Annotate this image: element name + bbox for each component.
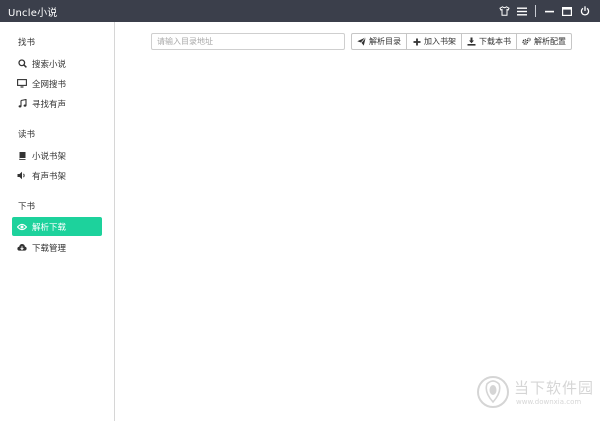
button-label: 加入书架 [424,37,456,46]
sidebar-item-label: 小说书架 [32,151,67,162]
sidebar: 找书 搜索小说 全网搜书 寻找有声 读书 小说书架 有声书架 下书 解析下载 下… [0,22,115,421]
sidebar-item-novel-shelf[interactable]: 小说书架 [12,146,102,165]
download-icon [467,37,476,46]
button-label: 解析目录 [369,37,401,46]
add-to-shelf-button[interactable]: 加入书架 [406,33,462,50]
parse-config-button[interactable]: 解析配置 [516,33,572,50]
button-label: 下载本书 [479,37,511,46]
main-panel: 解析目录 加入书架 下载本书 解析配置 [116,22,600,421]
window-controls [495,0,594,22]
sidebar-item-find-audio[interactable]: 寻找有声 [12,94,102,113]
music-icon [17,99,27,109]
sidebar-item-search-novel[interactable]: 搜索小说 [12,54,102,73]
sidebar-item-label: 下载管理 [32,243,67,254]
plus-icon [412,37,421,46]
maximize-icon[interactable] [558,0,576,22]
sidebar-item-label: 解析下载 [32,222,67,233]
catalog-url-input[interactable] [151,33,345,50]
sidebar-item-label: 寻找有声 [32,99,67,110]
eye-icon [17,222,27,232]
monitor-icon [17,79,27,89]
send-icon [357,37,366,46]
watermark-logo-icon [477,376,509,408]
volume-icon [17,171,27,181]
book-icon [17,151,27,161]
title-bar: Uncle小说 [0,0,600,22]
watermark: 当下软件园 www.downxia.com [476,375,596,413]
shirt-icon[interactable] [495,0,513,22]
title-separator [535,5,536,17]
app-title: Uncle小说 [8,7,58,19]
sidebar-item-label: 有声书架 [32,171,67,182]
parse-catalog-button[interactable]: 解析目录 [351,33,407,50]
cloud-download-icon [17,243,27,253]
cogs-icon [522,37,531,46]
group-title-read: 读书 [18,130,36,140]
group-title-find: 找书 [18,38,36,48]
sidebar-item-audio-shelf[interactable]: 有声书架 [12,166,102,185]
power-icon[interactable] [576,0,594,22]
menu-icon[interactable] [513,0,531,22]
group-title-download: 下书 [18,202,36,212]
search-icon [17,59,27,69]
download-book-button[interactable]: 下载本书 [461,33,517,50]
action-button-group: 解析目录 加入书架 下载本书 解析配置 [351,33,572,50]
minimize-icon[interactable] [540,0,558,22]
sidebar-item-parse-download[interactable]: 解析下载 [12,217,102,236]
sidebar-item-web-search[interactable]: 全网搜书 [12,74,102,93]
watermark-url: www.downxia.com [516,398,582,406]
sidebar-item-label: 全网搜书 [32,79,67,90]
watermark-name: 当下软件园 [514,379,595,397]
button-label: 解析配置 [534,37,566,46]
sidebar-item-label: 搜索小说 [32,59,67,70]
sidebar-item-download-manager[interactable]: 下载管理 [12,238,102,257]
